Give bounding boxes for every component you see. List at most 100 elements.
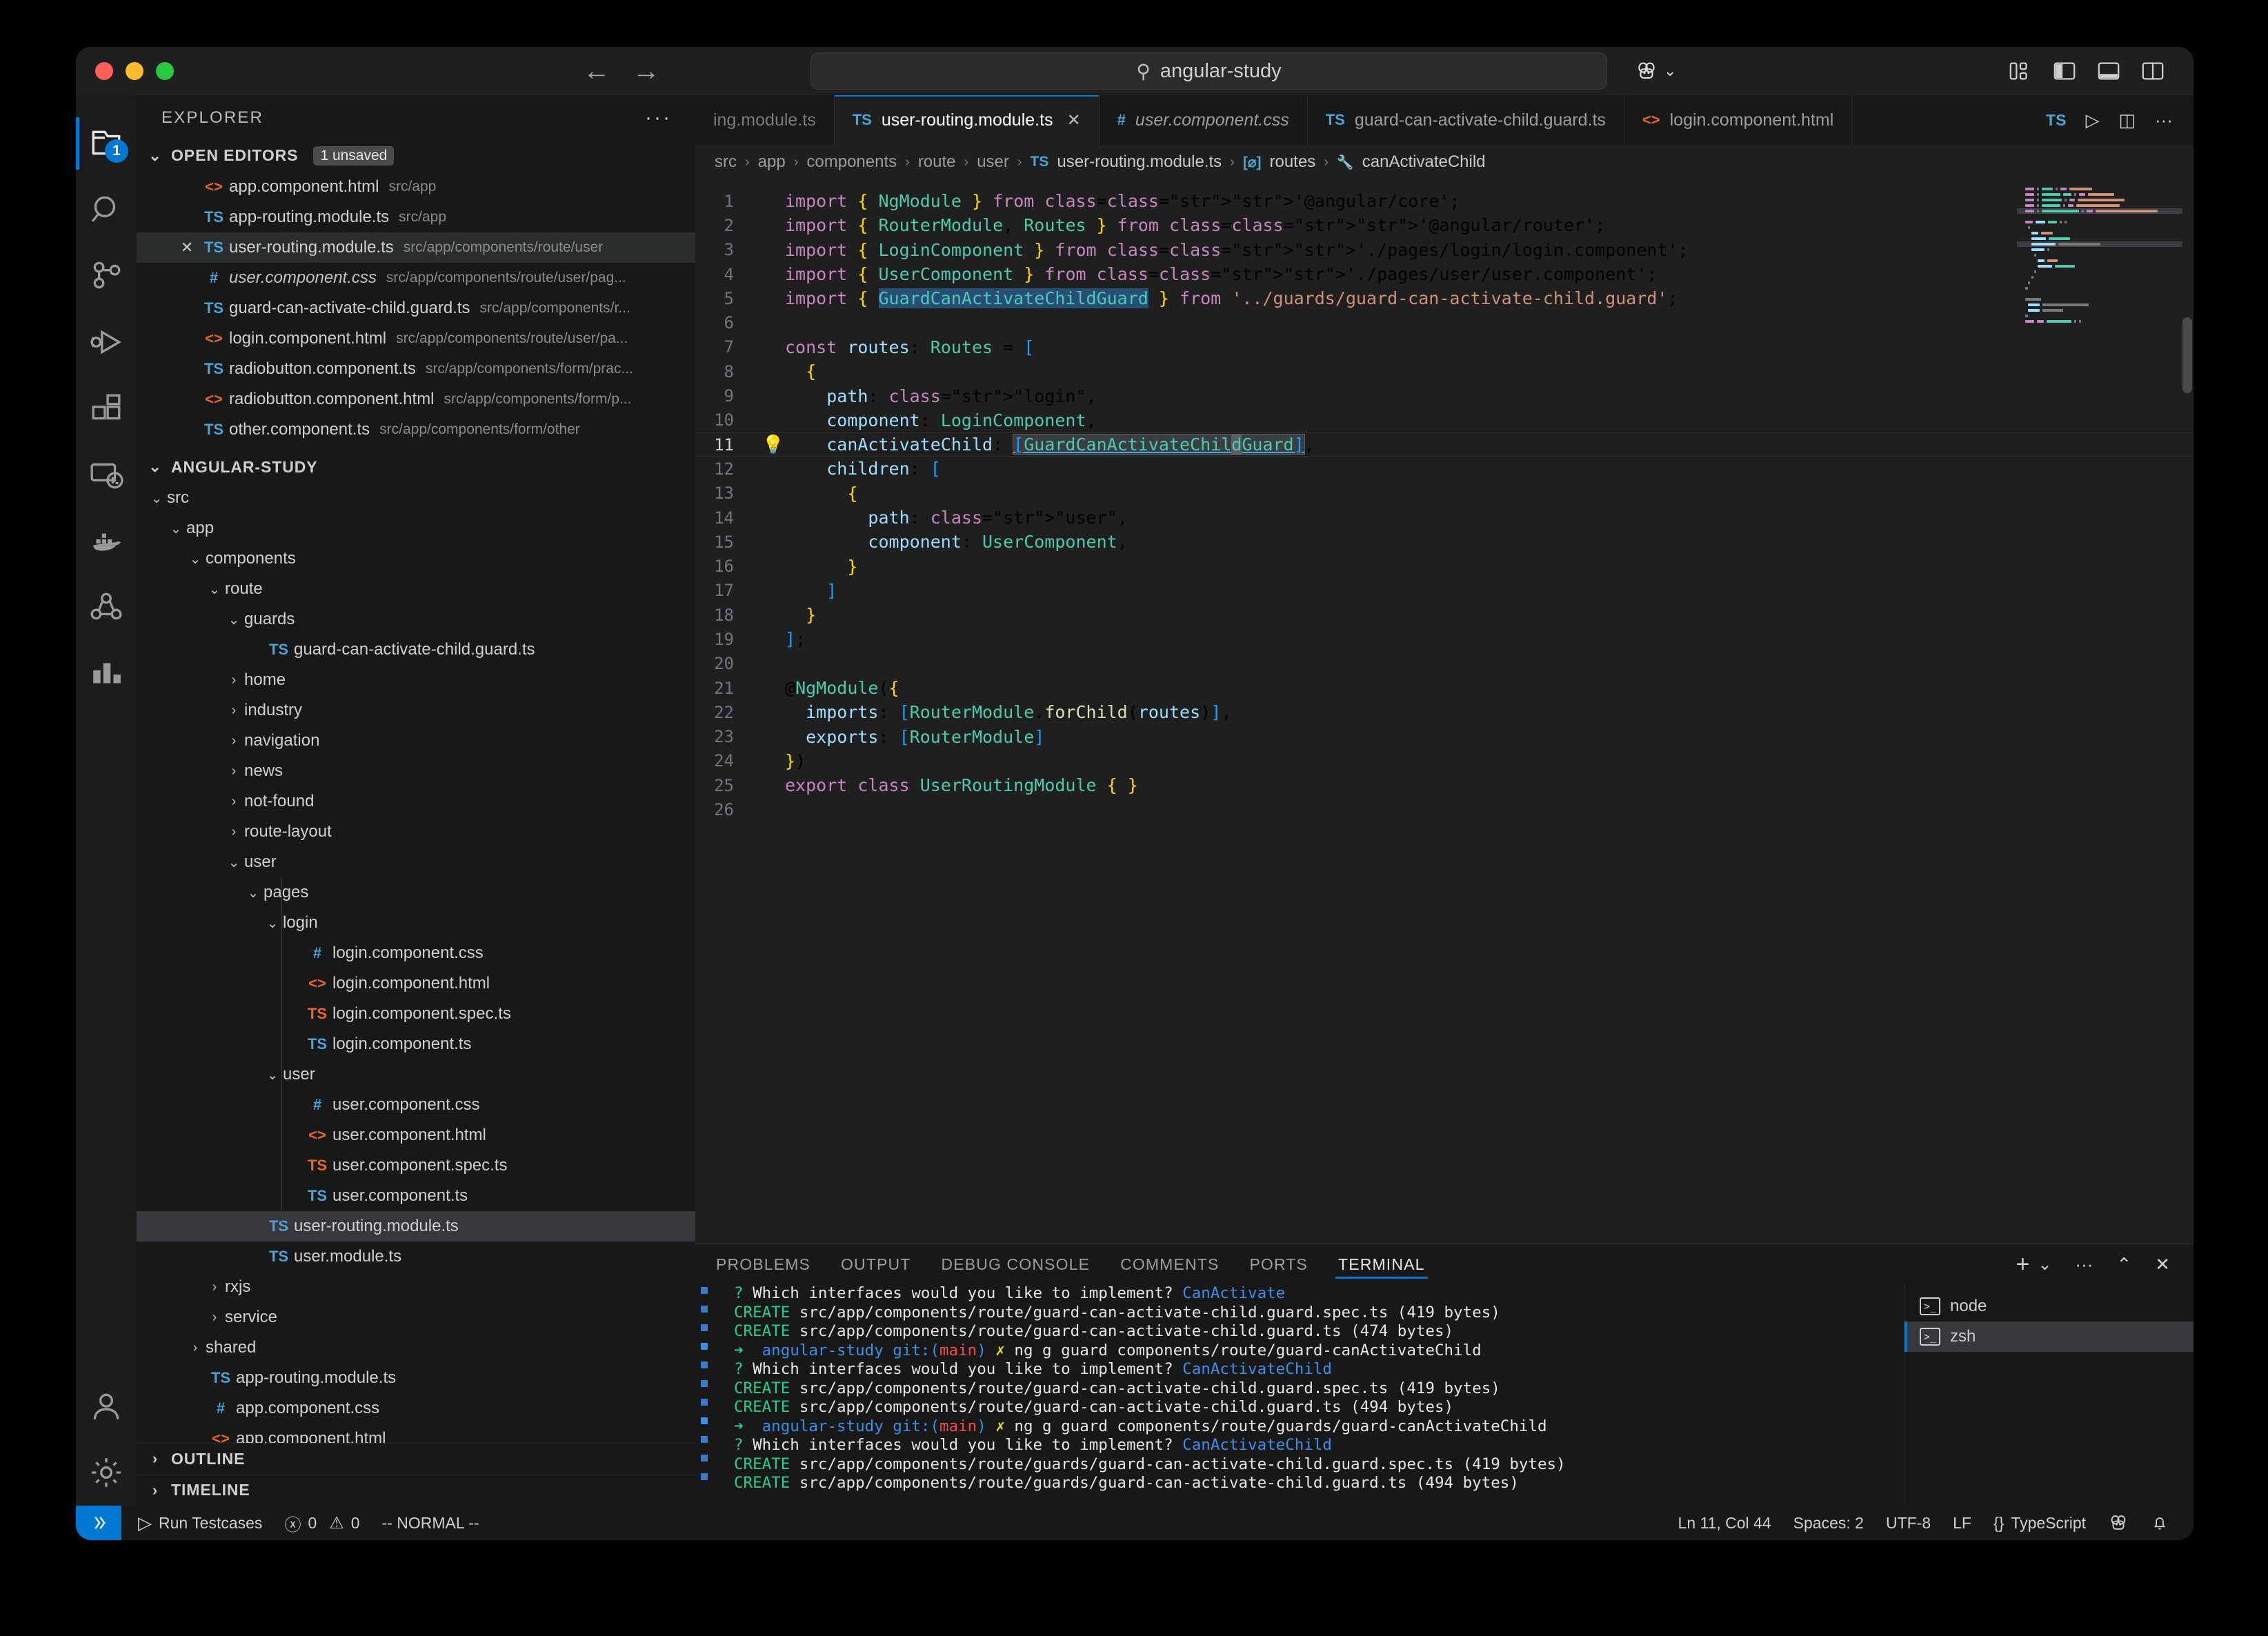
panel-tab[interactable]: TERMINAL bbox=[1338, 1244, 1425, 1284]
code-line[interactable]: 6 bbox=[695, 310, 2194, 335]
outline-section-header[interactable]: › OUTLINE bbox=[137, 1443, 695, 1474]
tree-folder[interactable]: ›route-layout bbox=[137, 817, 695, 847]
tree-file[interactable]: TSapp-routing.module.ts bbox=[137, 1363, 695, 1393]
terminal-profile-chevron-icon[interactable]: ⌄ bbox=[2038, 1255, 2051, 1275]
code-line[interactable]: 18 } bbox=[695, 603, 2194, 627]
tree-file[interactable]: <>app.component.html bbox=[137, 1424, 695, 1443]
code-line[interactable]: 25export class UserRoutingModule { } bbox=[695, 773, 2194, 797]
activitybar-item-accounts[interactable] bbox=[76, 1373, 137, 1439]
tree-folder[interactable]: ›shared bbox=[137, 1333, 695, 1363]
code-line[interactable]: 12 children: [ bbox=[695, 457, 2194, 481]
tree-file[interactable]: <>user.component.html bbox=[137, 1120, 695, 1150]
panel-tab[interactable]: COMMENTS bbox=[1120, 1244, 1219, 1284]
tree-folder[interactable]: ›news bbox=[137, 756, 695, 786]
close-tab-icon[interactable]: ✕ bbox=[1067, 110, 1081, 130]
tree-folder[interactable]: ⌄user bbox=[137, 1059, 695, 1090]
tree-file[interactable]: TSuser.component.ts bbox=[137, 1181, 695, 1211]
tree-folder[interactable]: ⌄components bbox=[137, 543, 695, 574]
notifications-status[interactable] bbox=[2140, 1506, 2180, 1540]
panel-tab[interactable]: PROBLEMS bbox=[716, 1244, 810, 1284]
encoding-status[interactable]: UTF-8 bbox=[1875, 1506, 1942, 1540]
toggle-secondary-sidebar-icon[interactable] bbox=[2141, 61, 2165, 81]
command-center-search[interactable]: ⚲ angular-study bbox=[810, 52, 1607, 90]
tree-file[interactable]: TSuser-routing.module.ts bbox=[137, 1211, 695, 1241]
tree-file[interactable]: #user.component.css bbox=[137, 1090, 695, 1120]
problems-status[interactable]: ⓧ 0 ⚠ 0 bbox=[273, 1506, 370, 1540]
code-line[interactable]: 1import { NgModule } from class=class="s… bbox=[695, 189, 2194, 213]
close-editor-icon[interactable]: ✕ bbox=[175, 239, 199, 257]
activitybar-item-remote-explorer[interactable] bbox=[76, 441, 137, 508]
toggle-primary-sidebar-icon[interactable] bbox=[2053, 61, 2076, 81]
code-line[interactable]: 5import { GuardCanActivateChildGuard } f… bbox=[695, 286, 2194, 310]
code-line[interactable]: 7const routes: Routes = [ bbox=[695, 335, 2194, 359]
tree-folder[interactable]: ›rxjs bbox=[137, 1272, 695, 1302]
language-mode-status[interactable]: {} TypeScript bbox=[1982, 1506, 2097, 1540]
breadcrumb-item[interactable]: user bbox=[977, 152, 1009, 172]
panel-tab[interactable]: DEBUG CONSOLE bbox=[941, 1244, 1090, 1284]
open-editor-item[interactable]: <>app.component.htmlsrc/app bbox=[137, 172, 695, 202]
timeline-section-header[interactable]: › TIMELINE bbox=[137, 1475, 695, 1506]
activitybar-item-run-and-debug[interactable] bbox=[76, 309, 137, 375]
code-line[interactable]: 23 exports: [RouterModule] bbox=[695, 725, 2194, 749]
terminal-output[interactable]: ? Which interfaces would you like to imp… bbox=[713, 1284, 1904, 1506]
code-line[interactable]: 11💡 canActivateChild: [GuardCanActivateC… bbox=[695, 432, 2194, 457]
activitybar-item-docker[interactable] bbox=[76, 508, 137, 574]
close-panel-icon[interactable]: ✕ bbox=[2155, 1254, 2170, 1275]
open-editor-item[interactable]: TSother.component.tssrc/app/components/f… bbox=[137, 415, 695, 445]
activitybar-item-explorer[interactable]: 1 bbox=[76, 110, 137, 177]
open-editor-item[interactable]: TSradiobutton.component.tssrc/app/compon… bbox=[137, 354, 695, 384]
code-line[interactable]: 3import { LoginComponent } from class=cl… bbox=[695, 238, 2194, 262]
tree-file[interactable]: TSuser.component.spec.ts bbox=[137, 1150, 695, 1181]
open-editor-item[interactable]: TSapp-routing.module.tssrc/app bbox=[137, 202, 695, 232]
more-actions-icon[interactable]: ··· bbox=[2155, 110, 2173, 131]
sidebar-more-icon[interactable]: ··· bbox=[645, 106, 672, 130]
go-back-icon[interactable]: ← bbox=[583, 57, 610, 85]
breadcrumb-item[interactable]: route bbox=[918, 152, 956, 172]
activitybar-item-extensions[interactable] bbox=[76, 375, 137, 441]
activitybar-item-source-control[interactable] bbox=[76, 243, 137, 309]
indentation-status[interactable]: Spaces: 2 bbox=[1782, 1506, 1875, 1540]
run-testcases-button[interactable]: ▷ Run Testcases bbox=[121, 1506, 273, 1540]
tree-file[interactable]: TSuser.module.ts bbox=[137, 1241, 695, 1272]
activitybar-item-kubernetes[interactable] bbox=[76, 574, 137, 640]
tree-file[interactable]: #login.component.css bbox=[137, 938, 695, 968]
tree-folder[interactable]: ›not-found bbox=[137, 786, 695, 817]
open-editor-item[interactable]: TSguard-can-activate-child.guard.tssrc/a… bbox=[137, 293, 695, 323]
activitybar-item-search[interactable] bbox=[76, 177, 137, 243]
open-editor-item[interactable]: <>login.component.htmlsrc/app/components… bbox=[137, 323, 695, 354]
breadcrumb-item[interactable]: canActivateChild bbox=[1362, 152, 1486, 172]
code-line[interactable]: 24}) bbox=[695, 749, 2194, 773]
tree-folder[interactable]: ⌄user bbox=[137, 847, 695, 877]
code-line[interactable]: 8 { bbox=[695, 359, 2194, 383]
copilot-status[interactable] bbox=[2097, 1506, 2140, 1540]
remote-kit-button[interactable]: ⌄ bbox=[1635, 59, 1676, 83]
code-line[interactable]: 9 path: class="str">"login", bbox=[695, 383, 2194, 408]
code-line[interactable]: 4import { UserComponent } from class=cla… bbox=[695, 262, 2194, 286]
breadcrumb-item[interactable]: app bbox=[758, 152, 786, 172]
tree-folder[interactable]: ›home bbox=[137, 665, 695, 695]
code-line[interactable]: 16 } bbox=[695, 554, 2194, 578]
panel-tab[interactable]: PORTS bbox=[1249, 1244, 1308, 1284]
tree-folder[interactable]: ›navigation bbox=[137, 726, 695, 756]
tree-folder[interactable]: ›industry bbox=[137, 695, 695, 726]
terminal-tab[interactable]: >_node bbox=[1904, 1291, 2194, 1321]
panel-tab[interactable]: OUTPUT bbox=[841, 1244, 911, 1284]
breadcrumb-item[interactable]: src bbox=[715, 152, 737, 172]
tree-file[interactable]: TSlogin.component.spec.ts bbox=[137, 999, 695, 1029]
breadcrumb-item[interactable]: user-routing.module.ts bbox=[1057, 152, 1222, 172]
tree-folder[interactable]: ⌄app bbox=[137, 513, 695, 543]
toggle-panel-icon[interactable] bbox=[2097, 61, 2120, 81]
ts-indicator[interactable]: TS bbox=[2046, 111, 2066, 130]
open-editor-item[interactable]: <>radiobutton.component.htmlsrc/app/comp… bbox=[137, 384, 695, 415]
eol-status[interactable]: LF bbox=[1942, 1506, 1982, 1540]
minimap[interactable] bbox=[2017, 179, 2182, 1244]
editor-tab[interactable]: TSuser-routing.module.ts✕ bbox=[835, 95, 1100, 145]
code-line[interactable]: 20 bbox=[695, 652, 2194, 676]
activitybar-item-settings[interactable] bbox=[76, 1439, 137, 1506]
open-editors-header[interactable]: ⌄ OPEN EDITORS 1 unsaved bbox=[137, 140, 695, 171]
tree-folder[interactable]: ⌄src bbox=[137, 483, 695, 513]
panel-more-icon[interactable]: ··· bbox=[2075, 1254, 2093, 1275]
workspace-folder-header[interactable]: ⌄ ANGULAR-STUDY bbox=[137, 452, 695, 483]
code-line[interactable]: 22 imports: [RouterModule.forChild(route… bbox=[695, 700, 2194, 724]
code-line[interactable]: 17 ] bbox=[695, 579, 2194, 603]
